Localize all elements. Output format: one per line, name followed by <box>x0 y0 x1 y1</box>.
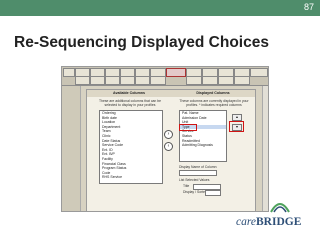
displayed-description: These columns are currently displayed in… <box>179 99 249 107</box>
arrow-right-icon[interactable]: › <box>164 130 173 139</box>
slide-title: Re-Sequencing Displayed Choices <box>14 34 269 51</box>
reorder-highlight <box>229 121 244 132</box>
tab-strip <box>62 67 268 86</box>
available-columns-list[interactable]: Ordering Birth date Location Department Team… <box>99 110 163 184</box>
carebridge-logo-icon <box>270 203 290 213</box>
move-up-button[interactable]: ▲ <box>232 114 242 121</box>
tab[interactable] <box>75 76 90 85</box>
tab[interactable] <box>234 76 250 85</box>
list-item[interactable]: Admitting Diagnosis <box>180 143 226 148</box>
tab[interactable] <box>250 68 268 77</box>
logo-suffix: BRIDGE <box>256 216 302 228</box>
tab-active[interactable] <box>166 68 186 77</box>
column-config-panel: Available Columns Displayed Columns Thes… <box>86 89 256 211</box>
left-nav <box>62 86 81 211</box>
displayed-columns-header: Displayed Columns <box>171 90 255 97</box>
tab[interactable] <box>218 76 234 85</box>
brand-logo: careBRIDGE <box>236 216 301 228</box>
selected-item-highlight <box>179 124 197 131</box>
display-name-label: Display Name of Column <box>179 165 217 169</box>
display-name-input[interactable] <box>179 170 217 176</box>
tab[interactable] <box>135 76 150 85</box>
tab[interactable] <box>90 76 105 85</box>
scrollbar[interactable] <box>262 86 268 211</box>
logo-prefix: care <box>236 216 257 228</box>
tab[interactable] <box>150 76 166 85</box>
tab[interactable] <box>105 76 120 85</box>
list-selected-label: List Selected Values <box>179 178 210 182</box>
tab[interactable] <box>120 76 135 85</box>
tab[interactable] <box>63 68 75 77</box>
tab[interactable] <box>186 76 202 85</box>
slide-number: 87 <box>303 2 314 12</box>
available-columns-header: Available Columns <box>87 90 171 97</box>
available-description: These are additional columns that can be… <box>98 99 161 107</box>
tab[interactable] <box>202 76 218 85</box>
sort-input[interactable] <box>205 190 221 196</box>
list-item[interactable]: RHS Service <box>100 175 162 180</box>
app-screenshot: Available Columns Displayed Columns Thes… <box>61 66 269 212</box>
sort-label: Display / Sorted <box>183 190 207 194</box>
arrow-left-icon[interactable]: ‹ <box>164 142 173 151</box>
header-bar: 87 <box>0 0 320 16</box>
displayed-columns-list[interactable]: Pat. Name Admission Date Unit Type Service St… <box>179 110 227 162</box>
title-label: Title <box>183 184 190 188</box>
